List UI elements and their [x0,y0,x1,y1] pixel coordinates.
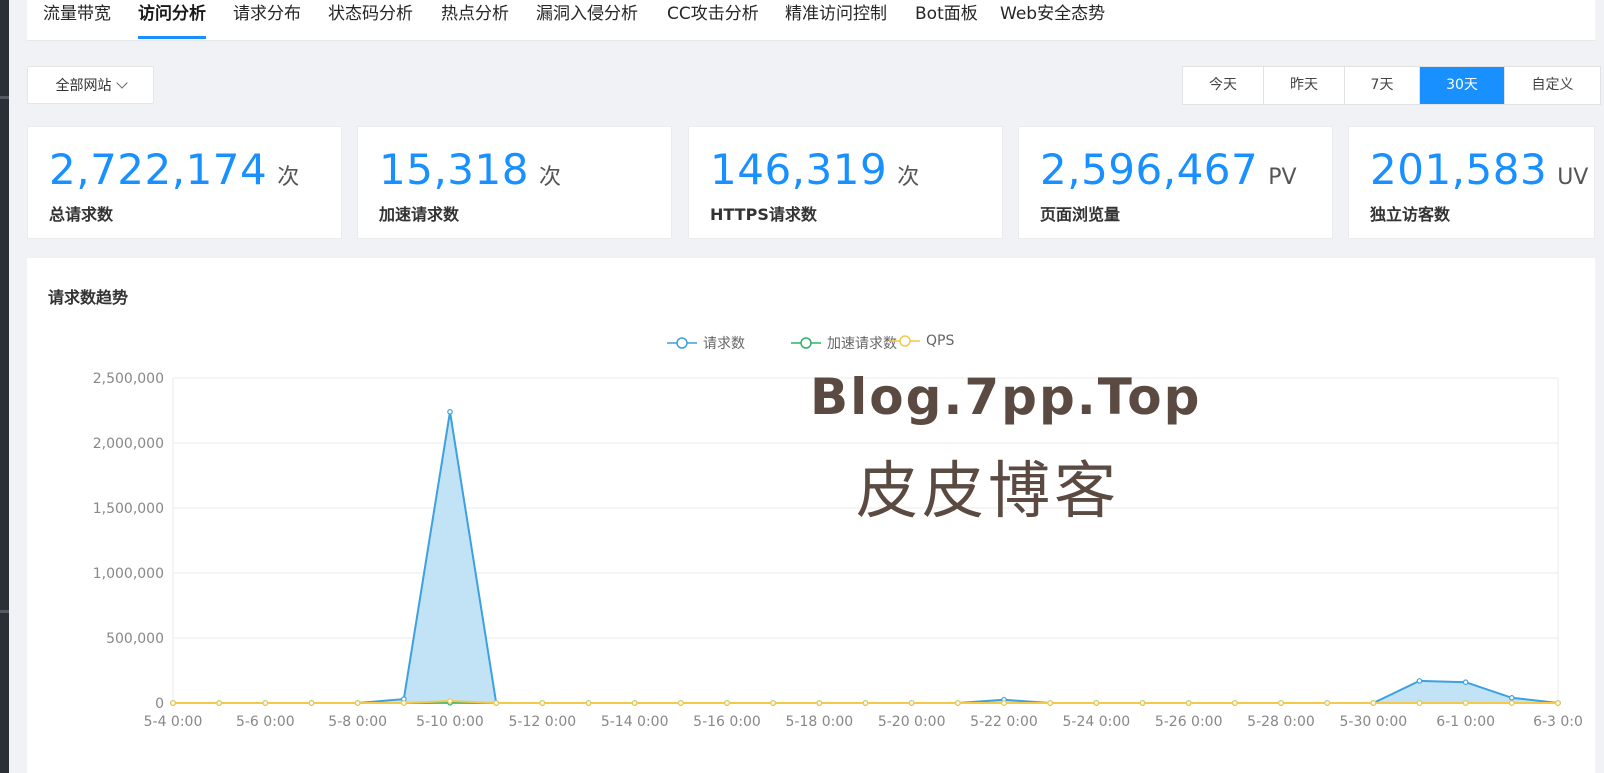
x-tick-label: 6-3 0:0 [1533,714,1583,730]
data-point [1509,694,1515,701]
x-tick-label: 5-20 0:00 [878,714,946,730]
data-point [1509,700,1515,706]
data-point [1232,700,1238,706]
y-tick-label: 1,000,000 [93,566,164,582]
x-tick-label: 5-28 0:00 [1247,714,1315,730]
x-tick-label: 5-30 0:00 [1339,714,1407,730]
x-tick-label: 5-10 0:00 [416,714,484,730]
x-tick-label: 5-4 0:00 [144,714,203,730]
data-point [216,700,222,706]
x-tick-label: 6-1 0:00 [1436,714,1495,730]
y-tick-label: 1,500,000 [93,501,164,517]
data-point [955,700,961,706]
x-tick-label: 5-22 0:00 [970,714,1038,730]
data-point [1278,700,1284,706]
data-point [1139,700,1146,706]
data-point [724,700,730,706]
x-tick-label: 5-24 0:00 [1062,714,1130,730]
x-tick-label: 5-18 0:00 [785,714,853,730]
data-point [354,700,361,706]
x-tick-label: 5-8 0:00 [328,714,387,730]
data-point [1185,700,1192,706]
data-point [631,700,638,706]
watermark-text-cn: 皮皮博客 [856,454,1121,527]
data-point [493,700,499,706]
data-point [447,698,453,704]
data-point [678,700,684,706]
x-tick-label: 5-14 0:00 [601,714,669,730]
x-tick-label: 5-26 0:00 [1155,714,1223,730]
data-point [770,700,776,706]
y-tick-label: 2,500,000 [93,371,164,387]
y-tick-label: 500,000 [106,631,164,647]
data-point [816,700,823,706]
watermark-text-en: Blog.7pp.Top [810,368,1202,426]
data-point [585,700,592,706]
data-point [401,700,407,706]
y-tick-label: 2,000,000 [93,436,164,452]
data-point [1001,700,1007,706]
data-point [1462,700,1469,706]
y-tick-label: 0 [155,696,164,712]
data-point [1416,700,1423,706]
data-point [170,700,176,706]
data-point [308,700,315,706]
data-point [1416,678,1423,684]
x-tick-label: 5-16 0:00 [693,714,761,730]
data-point [862,700,869,706]
data-point [1462,679,1469,686]
data-point [539,700,546,706]
x-tick-label: 5-6 0:00 [236,714,295,730]
data-point [447,408,453,415]
data-point [1093,700,1100,706]
data-point [1370,700,1377,706]
request-trend-chart: 0 500,000 1,000,000 1,500,000 2,000,000 2,500… [93,371,1583,730]
data-point [262,700,269,706]
data-point [1555,700,1561,706]
x-tick-label: 5-12 0:00 [508,714,576,730]
data-point [908,700,915,706]
data-point [1047,700,1053,706]
data-point [1324,700,1330,706]
